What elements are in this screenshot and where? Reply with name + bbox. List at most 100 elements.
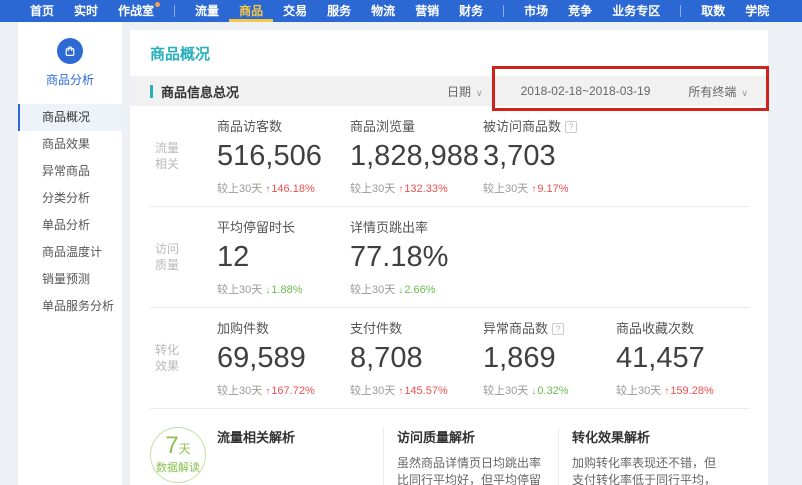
filter-controls: 日期∨ 2018-02-18~2018-03-19 所有终端∨ [447,83,748,100]
metric-label: 异常商品数? [483,318,616,337]
metric-value: 1,828,988 [350,140,483,173]
nav-item-logistics[interactable]: 物流 [371,0,395,22]
sidebar-menu: 商品概况 商品效果 异常商品 分类分析 单品分析 商品温度计 销量预测 单品服务… [18,104,122,320]
sidebar-item-category-analysis[interactable]: 分类分析 [18,185,122,212]
metric-paid-items: 支付件数 8,708 较上30天 ↑145.57% [350,318,483,398]
data-interpretation-badge: 7天 数据解读 [150,427,217,485]
sidebar-item-abnormal-products[interactable]: 异常商品 [18,158,122,185]
page-title: 商品概况 [130,30,768,76]
nav-divider [680,5,681,17]
metric-label: 平均停留时长 [217,217,350,236]
metric-row-traffic: 流量相关 商品访客数 516,506 较上30天 ↑146.18% 商品浏览量 … [150,106,750,207]
help-icon[interactable]: ? [565,121,577,133]
metric-detail-bounce-rate: 详情页跳出率 77.18% 较上30天 ↓2.66% [350,217,483,297]
nav-item-marketing[interactable]: 营销 [415,0,439,22]
arrow-up-icon: ↑ [265,184,270,195]
nav-divider [174,5,175,17]
sidebar-item-single-product-analysis[interactable]: 单品分析 [18,212,122,239]
nav-item-competition[interactable]: 竞争 [568,0,592,22]
nav-item-business-zone[interactable]: 业务专区 [612,0,660,22]
metric-label: 支付件数 [350,318,483,337]
insight-text: 虽然商品详情页日均跳出率比同行平均好，但平均停留时间低于同行平均，请关注页面推荐… [397,455,547,485]
nav-item-service[interactable]: 服务 [327,0,351,22]
metric-value: 1,869 [483,342,616,375]
insights-section: 7天 数据解读 流量相关解析 访问质量解析 虽然商品详情页日均跳出率比同行平均好… [130,409,768,485]
arrow-down-icon: ↓ [265,285,270,296]
metric-group-label: 流量相关 [155,140,217,172]
metric-visited-products: 被访问商品数? 3,703 较上30天 ↑9.17% [483,116,616,196]
metric-change: 较上30天 ↑167.72% [217,382,350,398]
chevron-down-icon: ∨ [476,88,483,98]
metric-group-label: 访问质量 [155,241,217,273]
sidebar-item-product-service-analysis[interactable]: 单品服务分析 [18,293,122,320]
notification-dot [155,2,160,7]
nav-item-finance[interactable]: 财务 [459,0,483,22]
section-title: 商品信息总况 [150,82,239,101]
arrow-up-icon: ↑ [531,184,536,195]
date-type-dropdown[interactable]: 日期∨ [447,83,483,100]
help-icon[interactable]: ? [552,323,564,335]
date-range-picker[interactable]: 2018-02-18~2018-03-19 [521,84,651,98]
insight-text: 加购转化率表现还不错，但支付转化率低于同行平均，赶快到异常商品并结合使用商品温度… [572,455,722,485]
sidebar: 商品分析 商品概况 商品效果 异常商品 分类分析 单品分析 商品温度计 销量预测… [18,22,122,485]
sidebar-item-sales-forecast[interactable]: 销量预测 [18,266,122,293]
nav-item-trade[interactable]: 交易 [283,0,307,22]
nav-divider [503,5,504,17]
insight-title: 转化效果解析 [572,427,733,446]
sidebar-item-product-thermometer[interactable]: 商品温度计 [18,239,122,266]
seven-day-badge: 7天 数据解读 [150,427,206,483]
metric-change: 较上30天 ↑159.28% [616,382,749,398]
nav-item-traffic[interactable]: 流量 [195,0,219,22]
metric-change: 较上30天 ↑9.17% [483,180,616,196]
insight-title: 流量相关解析 [217,427,383,446]
metric-value: 8,708 [350,342,483,375]
nav-item-war-room[interactable]: 作战室 [118,0,154,22]
nav-item-products[interactable]: 商品 [239,0,263,22]
sidebar-item-product-effect[interactable]: 商品效果 [18,131,122,158]
metric-value: 3,703 [483,140,616,173]
insight-visit-quality: 访问质量解析 虽然商品详情页日均跳出率比同行平均好，但平均停留时间低于同行平均，… [383,427,558,485]
metric-value: 516,506 [217,140,350,173]
metric-value: 69,589 [217,342,350,375]
metric-label: 商品浏览量 [350,116,483,135]
metric-change: 较上30天 ↓0.32% [483,382,616,398]
arrow-up-icon: ↑ [664,386,669,397]
metric-product-visitors: 商品访客数 516,506 较上30天 ↑146.18% [217,116,350,196]
metric-change: 较上30天 ↑145.57% [350,382,483,398]
insight-title: 访问质量解析 [397,427,558,446]
arrow-down-icon: ↓ [531,386,536,397]
metric-value: 12 [217,241,350,274]
arrow-up-icon: ↑ [398,386,403,397]
metric-product-pageviews: 商品浏览量 1,828,988 较上30天 ↑132.33% [350,116,483,196]
sidebar-group-label: 商品分析 [18,71,122,88]
insight-traffic: 流量相关解析 [217,427,383,485]
nav-item-home[interactable]: 首页 [30,0,54,22]
metric-value: 41,457 [616,342,749,375]
sidebar-header: 商品分析 [18,22,122,88]
top-navigation: 首页 实时 作战室 流量 商品 交易 服务 物流 营销 财务 市场 竞争 业务专… [0,0,802,22]
insight-conversion: 转化效果解析 加购转化率表现还不错，但支付转化率低于同行平均，赶快到异常商品并结… [558,427,733,485]
nav-item-realtime[interactable]: 实时 [74,0,98,22]
nav-item-data-fetch[interactable]: 取数 [701,0,725,22]
terminal-dropdown[interactable]: 所有终端∨ [688,83,748,100]
chevron-down-icon: ∨ [741,88,748,98]
sidebar-item-product-overview[interactable]: 商品概况 [18,104,122,131]
nav-item-market[interactable]: 市场 [524,0,548,22]
metric-label: 商品访客数 [217,116,350,135]
metric-label: 加购件数 [217,318,350,337]
arrow-up-icon: ↑ [398,184,403,195]
section-header-bar: 商品信息总况 日期∨ 2018-02-18~2018-03-19 所有终端∨ [130,76,768,106]
metric-change: 较上30天 ↑132.33% [350,180,483,196]
metric-change: 较上30天 ↓1.88% [217,281,350,297]
main-content: 商品概况 商品信息总况 日期∨ 2018-02-18~2018-03-19 所有… [130,30,768,485]
metric-row-visit-quality: 访问质量 平均停留时长 12 较上30天 ↓1.88% 详情页跳出率 77.18… [150,207,750,308]
arrow-down-icon: ↓ [398,285,403,296]
shopping-bag-icon [57,38,83,64]
metric-row-conversion: 转化效果 加购件数 69,589 较上30天 ↑167.72% 支付件数 8,7… [150,308,750,409]
metric-label: 商品收藏次数 [616,318,749,337]
metric-abnormal-products: 异常商品数? 1,869 较上30天 ↓0.32% [483,318,616,398]
metric-value: 77.18% [350,241,483,274]
nav-item-academy[interactable]: 学院 [745,0,769,22]
metric-change: 较上30天 ↓2.66% [350,281,483,297]
metric-product-favorites: 商品收藏次数 41,457 较上30天 ↑159.28% [616,318,749,398]
